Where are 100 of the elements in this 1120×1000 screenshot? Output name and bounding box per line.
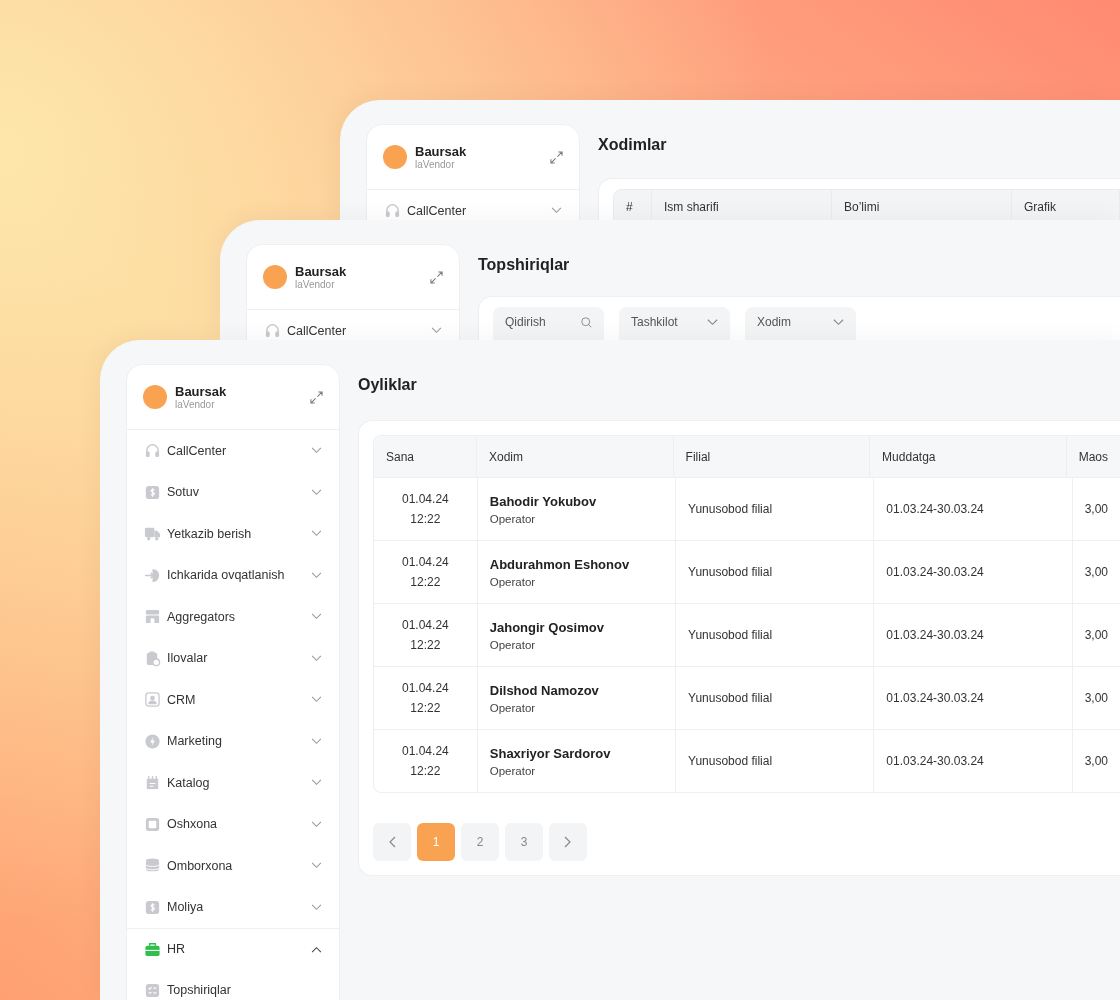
search-icon: [581, 317, 592, 328]
table-cell: 01.03.24-30.03.24: [873, 478, 1072, 540]
sidebar-item[interactable]: Omborxona: [127, 845, 339, 887]
employee-name: Jahongir Qosimov: [489, 619, 604, 635]
search-field[interactable]: Qidirish: [493, 307, 604, 340]
chevron-icon: [311, 737, 322, 745]
chevron-right-icon: [564, 836, 572, 848]
table-cell: Yunusobod filial: [675, 667, 874, 729]
sidebar-item[interactable]: CRM: [127, 679, 339, 721]
table-cell-text: 01.04.24 12:22: [401, 554, 450, 591]
expand-icon[interactable]: [430, 270, 443, 284]
table-cell: Yunusobod filial: [675, 604, 874, 666]
column-header: Filial: [672, 436, 870, 477]
page-title: Oyliklar: [358, 375, 418, 395]
sidebar-item[interactable]: CallCenter: [367, 190, 579, 220]
table-cell-text: 01.04.24 12:22: [401, 680, 450, 717]
column-header: #: [625, 199, 634, 216]
headphones-icon: [144, 442, 161, 460]
employee-role: Operator: [489, 701, 536, 714]
column-header: Maos: [1065, 436, 1120, 477]
employee-role: Operator: [489, 512, 536, 525]
table-cell: Yunusobod filial: [675, 541, 874, 603]
notepad-icon: [144, 774, 161, 792]
column-header: Xodim: [476, 436, 673, 477]
headphones-icon: [384, 202, 401, 220]
arrow-icon: [144, 566, 161, 584]
expand-icon[interactable]: [310, 390, 323, 404]
table-cell: Yunusobod filial: [675, 730, 874, 792]
employee-name: Bahodir Yokubov: [489, 493, 597, 509]
square-icon: [144, 815, 161, 833]
chevron-icon: [311, 903, 322, 911]
brand-name: Baursak: [415, 144, 468, 159]
table-cell-text: 01.04.24 12:22: [401, 491, 450, 528]
chevron-icon: [311, 488, 322, 496]
select-field[interactable]: Xodim: [745, 307, 856, 340]
sidebar-item[interactable]: Ilovalar: [127, 637, 339, 679]
page-title: Xodimlar: [598, 135, 668, 155]
sidebar-item[interactable]: Sotuv: [127, 471, 339, 513]
sidebar-item[interactable]: Marketing: [127, 720, 339, 762]
table-cell: 3,00: [1071, 478, 1120, 540]
chevron-icon: [311, 862, 322, 870]
sidebar-item[interactable]: CallCenter: [127, 430, 339, 472]
sidebar-item[interactable]: CallCenter: [247, 310, 459, 340]
chevron-icon: [311, 447, 322, 455]
table-cell: 3,00: [1071, 730, 1120, 792]
chevron-left-icon: [388, 836, 396, 848]
brand-subtitle: laVendor: [175, 399, 216, 410]
chevron-icon: [311, 945, 322, 953]
table-cell: Yunusobod filial: [675, 478, 874, 540]
brand-name: Baursak: [175, 384, 228, 399]
chevron-icon: [311, 696, 322, 704]
select-field[interactable]: Tashkilot: [619, 307, 730, 340]
chevron-icon: [311, 571, 322, 579]
table-cell: 01.03.24-30.03.24: [873, 730, 1072, 792]
headphones-icon: [264, 322, 281, 340]
sidebar-item[interactable]: Moliya: [127, 886, 339, 928]
chevron-icon: [311, 820, 322, 828]
sidebar-item[interactable]: Aggregators: [127, 596, 339, 638]
clipboard-icon: [144, 649, 161, 667]
column-header: Sana: [385, 448, 416, 466]
table-cell: 01.03.24-30.03.24: [873, 604, 1072, 666]
table-cell-text: 01.04.24 12:22: [401, 743, 450, 780]
chevron-icon: [311, 779, 322, 787]
expand-icon[interactable]: [550, 150, 563, 164]
sidebar-subitem[interactable]: Topshiriqlar: [127, 969, 339, 1000]
sidebar-item[interactable]: Oshxona: [127, 803, 339, 845]
chevron-icon: [311, 530, 322, 538]
employee-role: Operator: [489, 764, 536, 777]
page-title: Topshiriqlar: [478, 255, 571, 275]
table-cell: 3,00: [1071, 541, 1120, 603]
bolt-icon: [144, 732, 161, 750]
employee-role: Operator: [489, 575, 536, 588]
truck-icon: [144, 525, 161, 543]
avatar: [143, 385, 167, 409]
chevron-icon: [311, 654, 322, 662]
table-cell: 01.03.24-30.03.24: [873, 541, 1072, 603]
person-icon: [144, 691, 161, 709]
store-icon: [144, 608, 161, 626]
dollar-icon: [144, 483, 161, 501]
sidebar-item[interactable]: HR: [127, 928, 339, 970]
employee-role: Operator: [489, 638, 536, 651]
brand-name: Baursak: [295, 264, 348, 279]
table-cell: 01.03.24-30.03.24: [873, 667, 1072, 729]
brand-subtitle: laVendor: [295, 279, 336, 290]
employee-name: Abdurahmon Eshonov: [489, 556, 630, 572]
caret-icon: [833, 317, 844, 328]
employee-name: Shaxriyor Sardorov: [489, 745, 611, 761]
sidebar-item[interactable]: Yetkazib berish: [127, 513, 339, 555]
briefcase-icon: [144, 940, 161, 958]
chevron-icon: [551, 207, 562, 215]
chevron-icon: [431, 327, 442, 335]
dollar-icon: [144, 898, 161, 916]
column-header: Muddatga: [869, 436, 1066, 477]
table-cell: 3,00: [1071, 604, 1120, 666]
caret-icon: [707, 317, 718, 328]
sidebar-item[interactable]: Katalog: [127, 762, 339, 804]
chevron-icon: [311, 613, 322, 621]
table-cell-text: 01.04.24 12:22: [401, 617, 450, 654]
sidebar-item[interactable]: Ichkarida ovqatlanish: [127, 554, 339, 596]
employee-name: Dilshod Namozov: [489, 682, 599, 698]
